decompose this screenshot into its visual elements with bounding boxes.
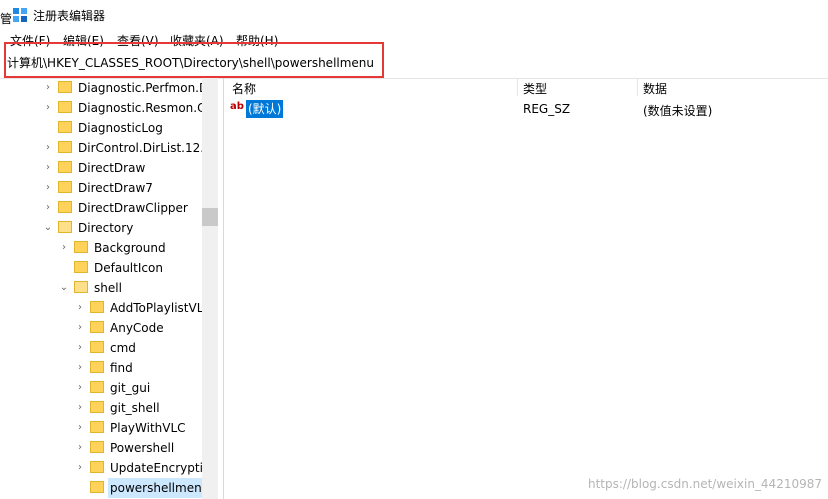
tree-item-label: find (110, 361, 133, 375)
expand-arrow-icon[interactable]: › (74, 418, 86, 438)
registry-editor-icon (13, 8, 27, 22)
value-name[interactable]: (默认) (246, 100, 284, 118)
folder-icon (58, 101, 72, 113)
tree-item-label: Powershell (110, 441, 175, 455)
expand-arrow-icon[interactable]: › (42, 158, 54, 178)
column-header-type[interactable]: 类型 (523, 80, 547, 97)
expand-arrow-icon[interactable]: › (42, 98, 54, 118)
folder-icon (90, 321, 104, 333)
tree-item-label: Background (94, 241, 166, 255)
expand-arrow-icon[interactable]: › (74, 438, 86, 458)
expand-arrow-icon[interactable]: › (74, 458, 86, 478)
folder-icon (90, 441, 104, 453)
column-header-data[interactable]: 数据 (643, 80, 667, 97)
key-tree: › Diagnostic.Perfmon.D › Diagnostic.Resm… (0, 78, 218, 499)
folder-icon (90, 421, 104, 433)
scrollbar-thumb[interactable] (202, 208, 218, 226)
tree-item-label: DirectDrawClipper (78, 201, 188, 215)
tree-item-label: DirectDraw7 (78, 181, 153, 195)
folder-icon (90, 481, 104, 493)
folder-icon (58, 161, 72, 173)
tree-item-label: DirControl.DirList.12.0 (78, 141, 212, 155)
tree-item-label: UpdateEncryptio (110, 461, 211, 475)
folder-icon (90, 301, 104, 313)
expand-arrow-icon[interactable]: › (42, 138, 54, 158)
folder-icon (58, 81, 72, 93)
folder-icon (74, 241, 88, 253)
tree-item-label: AddToPlaylistVLC (110, 301, 212, 315)
title-bar: 注册表编辑器 (0, 0, 828, 30)
folder-icon (58, 181, 72, 193)
tree-item-label: DefaultIcon (94, 261, 163, 275)
folder-icon (90, 361, 104, 373)
clipped-left-text: 管 (0, 12, 13, 26)
tree-item-label: AnyCode (110, 321, 164, 335)
open-folder-icon (58, 221, 72, 233)
tree-item-label: git_shell (110, 401, 160, 415)
expand-arrow-icon[interactable]: › (42, 178, 54, 198)
column-separator[interactable] (517, 78, 518, 96)
tree-item-label: cmd (110, 341, 136, 355)
folder-icon (58, 121, 72, 133)
column-header-name[interactable]: 名称 (232, 80, 256, 97)
value-type: REG_SZ (523, 102, 571, 116)
expand-arrow-icon[interactable]: › (74, 338, 86, 358)
expand-arrow-icon[interactable]: › (42, 198, 54, 218)
expand-arrow-icon[interactable]: › (74, 298, 86, 318)
value-data: (数值未设置) (643, 104, 713, 118)
tree-item-label: Diagnostic.Resmon.C (78, 101, 206, 115)
tree-item-label: Diagnostic.Perfmon.D (78, 81, 209, 95)
ab-string-icon: ab (230, 101, 244, 112)
open-folder-icon (74, 281, 88, 293)
folder-icon (58, 201, 72, 213)
tree-item-label: Directory (78, 221, 134, 235)
collapse-arrow-icon[interactable]: ⌄ (42, 218, 54, 238)
window-title: 注册表编辑器 (33, 9, 106, 23)
column-separator[interactable] (637, 78, 638, 96)
expand-arrow-icon[interactable]: › (42, 78, 54, 98)
tree-item-label: PlayWithVLC (110, 421, 186, 435)
pane-divider[interactable] (223, 78, 224, 499)
tree-item-label: git_gui (110, 381, 151, 395)
tree-item-label: powershellmenu (108, 478, 212, 498)
expand-arrow-icon[interactable]: › (74, 378, 86, 398)
address-bar[interactable]: 计算机\HKEY_CLASSES_ROOT\Directory\shell\po… (7, 54, 374, 71)
tree-item-label: DiagnosticLog (78, 121, 163, 135)
folder-icon (90, 341, 104, 353)
tree-scrollbar[interactable] (202, 78, 218, 499)
collapse-arrow-icon[interactable]: ⌄ (58, 278, 70, 298)
expand-arrow-icon[interactable]: › (58, 238, 70, 258)
folder-icon (90, 461, 104, 473)
tree-item-label: shell (94, 281, 122, 295)
folder-icon (74, 261, 88, 273)
tree-item-label: DirectDraw (78, 161, 146, 175)
expand-arrow-icon[interactable]: › (74, 358, 86, 378)
folder-icon (58, 141, 72, 153)
watermark: https://blog.csdn.net/weixin_44210987 (587, 477, 822, 491)
expand-arrow-icon[interactable]: › (74, 318, 86, 338)
folder-icon (90, 401, 104, 413)
expand-arrow-icon[interactable]: › (74, 398, 86, 418)
folder-icon (90, 381, 104, 393)
